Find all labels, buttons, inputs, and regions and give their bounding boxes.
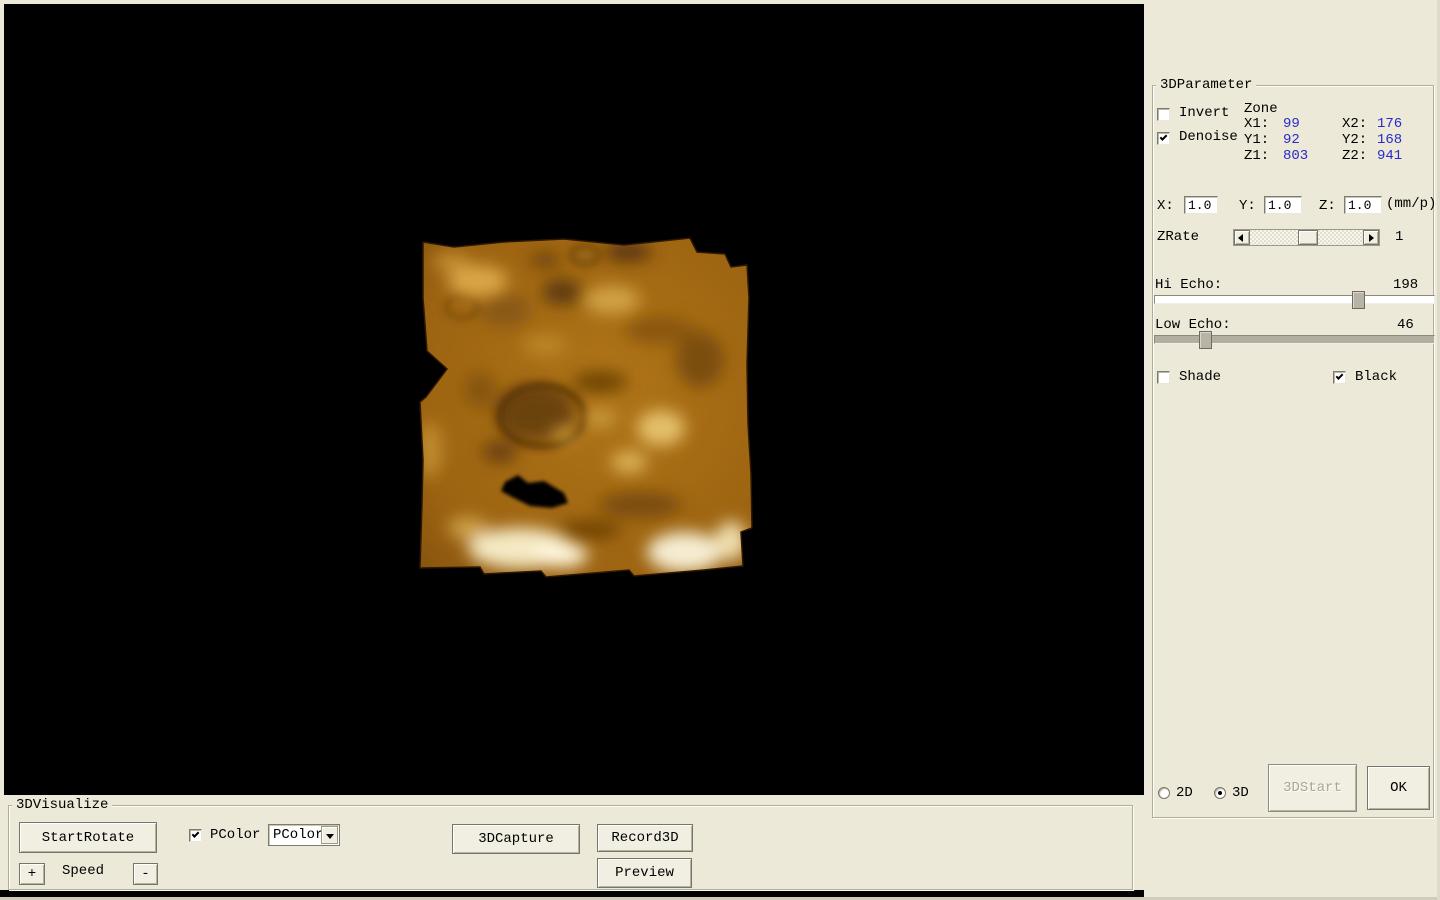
- low-echo-label: Low Echo:: [1155, 318, 1231, 333]
- zone-y2-label: Y2:: [1342, 133, 1367, 148]
- zone-title: Zone: [1244, 102, 1278, 117]
- checkmark-icon: [1336, 372, 1344, 380]
- mode-3d-radio[interactable]: [1214, 787, 1226, 799]
- scale-z-input[interactable]: [1344, 196, 1382, 214]
- application-window: 3DParameter Invert Denoise Zone X1: 99 X…: [0, 0, 1440, 900]
- zrate-scrollbar[interactable]: [1233, 229, 1380, 246]
- checkmark-icon: [1160, 133, 1168, 141]
- scale-unit-label: (mm/p): [1386, 197, 1436, 212]
- invert-checkbox[interactable]: [1157, 108, 1170, 121]
- zrate-scroll-left-button[interactable]: [1234, 230, 1250, 245]
- visualize-groupbox-title: 3DVisualize: [12, 798, 112, 812]
- scale-z-label: Z:: [1319, 199, 1336, 214]
- zone-z2-label: Z2:: [1342, 149, 1367, 164]
- scale-x-input[interactable]: [1184, 196, 1218, 214]
- zrate-scrollbar-thumb[interactable]: [1298, 230, 1318, 245]
- denoise-checkbox[interactable]: [1157, 132, 1170, 145]
- speed-label: Speed: [62, 864, 104, 879]
- shade-label: Shade: [1179, 370, 1221, 385]
- parameter-groupbox-title: 3DParameter: [1156, 78, 1256, 92]
- hi-echo-value: 198: [1393, 278, 1418, 293]
- checkmark-icon: [192, 830, 200, 838]
- scale-x-label: X:: [1157, 199, 1174, 214]
- chevron-down-icon: [326, 834, 334, 839]
- zrate-label: ZRate: [1157, 230, 1199, 245]
- radio-dot-icon: [1218, 791, 1222, 795]
- low-echo-slider-thumb[interactable]: [1199, 331, 1212, 349]
- hi-echo-slider-track[interactable]: [1154, 295, 1435, 304]
- low-echo-slider-track[interactable]: [1154, 335, 1435, 344]
- start-3d-button[interactable]: 3DStart: [1268, 764, 1357, 812]
- pcolor-dropdown[interactable]: PColor: [268, 824, 340, 846]
- record-3d-button[interactable]: Record3D: [597, 824, 693, 852]
- zone-x2-value: 176: [1377, 117, 1402, 132]
- zrate-value: 1: [1395, 230, 1403, 245]
- invert-label: Invert: [1179, 106, 1229, 121]
- zone-z1-value: 803: [1283, 149, 1308, 164]
- zone-y1-label: Y1:: [1244, 133, 1269, 148]
- 3d-render-image: [4, 4, 1144, 795]
- pcolor-checkbox[interactable]: [189, 829, 202, 842]
- zrate-scroll-right-button[interactable]: [1363, 230, 1379, 245]
- zone-x1-value: 99: [1283, 117, 1300, 132]
- mode-2d-radio[interactable]: [1158, 787, 1170, 799]
- pcolor-label: PColor: [210, 828, 260, 843]
- preview-button[interactable]: Preview: [597, 858, 692, 888]
- speed-minus-button[interactable]: -: [133, 863, 158, 885]
- mode-3d-label: 3D: [1232, 786, 1249, 801]
- zone-y1-value: 92: [1283, 133, 1300, 148]
- arrow-left-icon: [1238, 234, 1243, 242]
- black-checkbox[interactable]: [1333, 371, 1346, 384]
- zone-y2-value: 168: [1377, 133, 1402, 148]
- denoise-label: Denoise: [1179, 130, 1238, 145]
- speed-plus-button[interactable]: +: [19, 863, 45, 885]
- low-echo-value: 46: [1397, 318, 1414, 333]
- pcolor-dropdown-value: PColor: [273, 827, 323, 843]
- capture-3d-button[interactable]: 3DCapture: [452, 824, 580, 854]
- zone-z1-label: Z1:: [1244, 149, 1269, 164]
- hi-echo-slider-thumb[interactable]: [1352, 291, 1365, 309]
- start-rotate-button[interactable]: StartRotate: [19, 822, 157, 853]
- bottom-black-strip: [0, 890, 1144, 897]
- zone-x1-label: X1:: [1244, 117, 1269, 132]
- shade-checkbox[interactable]: [1157, 371, 1170, 384]
- parameter-groupbox: [1152, 85, 1434, 818]
- mode-2d-label: 2D: [1176, 786, 1193, 801]
- zone-z2-value: 941: [1377, 149, 1402, 164]
- scale-y-input[interactable]: [1264, 196, 1302, 214]
- zone-x2-label: X2:: [1342, 117, 1367, 132]
- pcolor-dropdown-button[interactable]: [321, 826, 338, 844]
- arrow-right-icon: [1369, 234, 1374, 242]
- hi-echo-label: Hi Echo:: [1155, 278, 1222, 293]
- 3d-render-viewport[interactable]: [4, 4, 1144, 795]
- ok-button[interactable]: OK: [1367, 766, 1430, 810]
- black-label: Black: [1355, 370, 1397, 385]
- scale-y-label: Y:: [1239, 199, 1256, 214]
